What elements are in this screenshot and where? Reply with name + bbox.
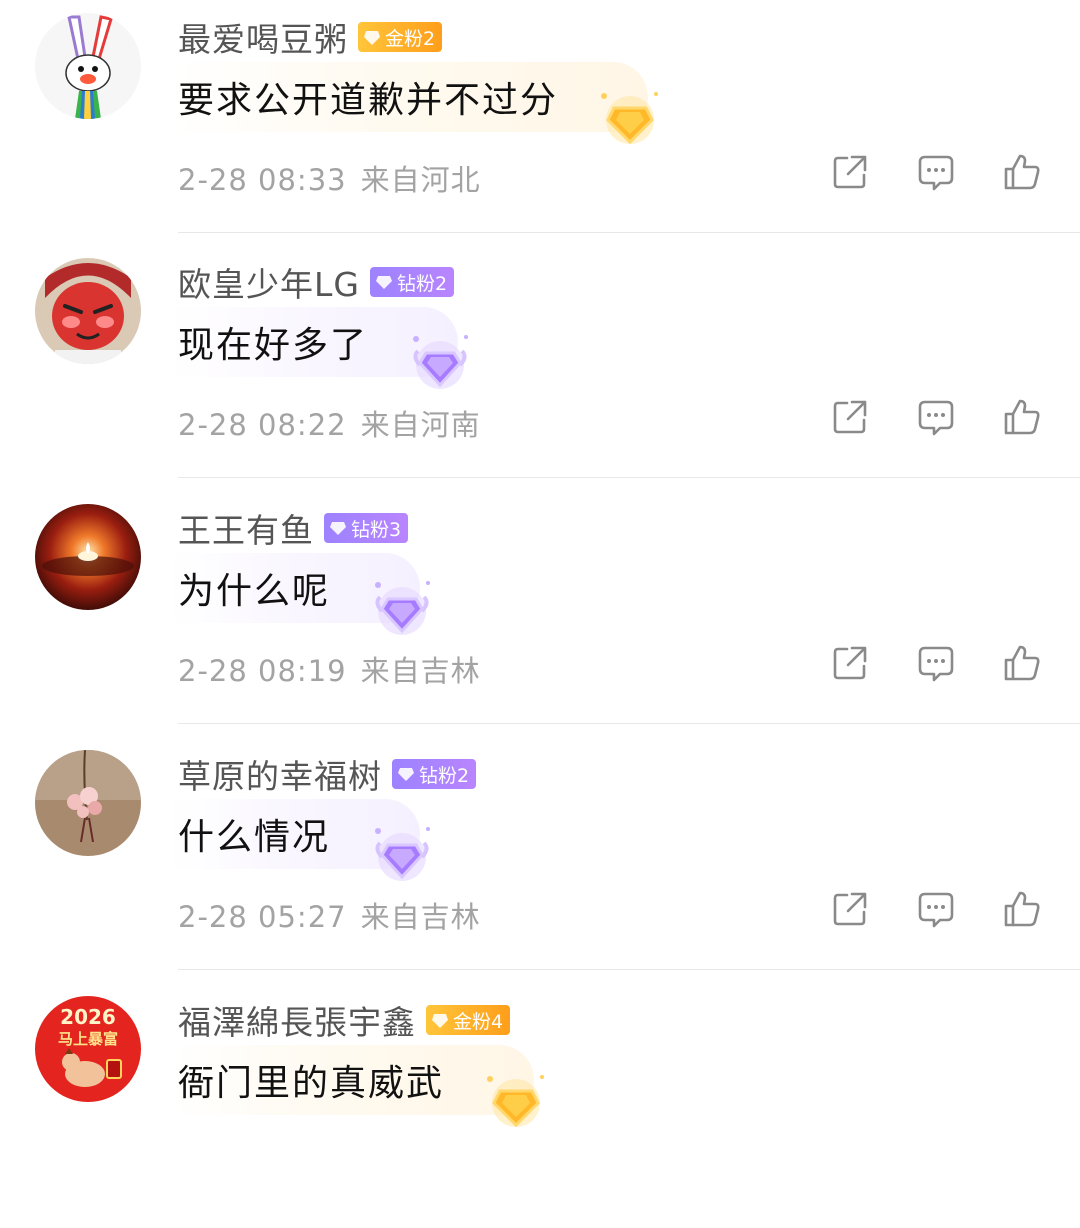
share-icon [833,892,867,926]
comment-location: 来自河北 [360,163,481,197]
comment-item: 2026 马上暴富 福澤綿長張宇鑫 金粉4 衙门里的真威武 [0,983,1080,1228]
diamond-gem-icon [375,827,431,881]
fan-badge[interactable]: 金粉4 [426,1005,511,1035]
comment-item: 王王有鱼 钻粉3 为什么呢 2-28 08:19 来自吉林 [0,491,1080,736]
thumbs-up-icon [1004,645,1040,681]
comment-icon [918,155,954,191]
diamond-icon [375,276,392,289]
gold-gem-icon [432,1014,448,1028]
diamond-icon [330,522,346,535]
comment-icon [918,400,954,436]
badge-label: 钻粉2 [419,764,470,787]
comment-location: 来自吉林 [360,900,481,934]
comment-icon [918,646,954,682]
new-year-horse-avatar-icon[interactable]: 2026 马上暴富 [35,996,141,1102]
thumbs-up-icon [1004,891,1040,927]
diamond-gem-icon [413,335,469,389]
share-button[interactable] [830,397,870,437]
comment-location: 来自吉林 [360,654,481,688]
reply-button[interactable] [916,643,956,683]
rabbit-avatar-icon[interactable] [35,13,141,119]
reply-button[interactable] [916,889,956,929]
comment-text: 为什么呢 [178,571,331,612]
like-button[interactable] [1002,397,1042,437]
comment-meta: 2-28 08:22 来自河南 [178,402,481,444]
share-button[interactable] [830,152,870,192]
comment-bubble[interactable]: 什么情况 [170,799,431,881]
gold-gem-icon [487,1075,545,1128]
like-button[interactable] [1002,889,1042,929]
name-row: 草原的幸福树 钻粉2 [178,749,477,799]
username[interactable]: 欧皇少年LG [178,258,360,306]
share-button[interactable] [830,889,870,929]
comment-bubble[interactable]: 现在好多了 [170,307,469,389]
username[interactable]: 草原的幸福树 [178,750,382,798]
comment-bubble[interactable]: 要求公开道歉并不过分 [170,62,659,145]
divider [178,232,1080,233]
candle-avatar-icon[interactable] [35,504,141,610]
divider [178,723,1080,724]
comment-time: 2-28 08:19 [178,654,347,688]
comment-text: 现在好多了 [178,325,369,366]
diamond-gem-icon [375,581,431,635]
comment-time: 2-28 08:33 [178,163,347,197]
like-button[interactable] [1002,643,1042,683]
username[interactable]: 福澤綿長張宇鑫 [178,996,416,1044]
share-icon [833,400,867,434]
cartoon-face-avatar-icon[interactable] [35,258,141,364]
comment-item: 欧皇少年LG 钻粉2 现在好多了 2-28 08:22 来自河南 [0,245,1080,490]
divider [178,477,1080,478]
badge-label: 金粉4 [453,1010,504,1033]
share-icon [833,646,867,680]
name-row: 欧皇少年LG 钻粉2 [178,257,455,307]
comment-text: 要求公开道歉并不过分 [178,80,559,121]
flower-avatar-icon[interactable] [35,750,141,856]
divider [178,969,1080,970]
fan-badge[interactable]: 钻粉3 [324,513,409,543]
avatar-year: 2026 [60,1005,116,1029]
comment-meta: 2-28 08:33 来自河北 [178,157,481,199]
badge-label: 钻粉3 [351,518,402,541]
like-button[interactable] [1002,152,1042,192]
share-icon [833,155,867,189]
name-row: 最爱喝豆粥 金粉2 [178,12,443,62]
name-row: 福澤綿長張宇鑫 金粉4 [178,995,511,1045]
share-button[interactable] [830,643,870,683]
comment-location: 来自河南 [360,408,481,442]
thumbs-up-icon [1004,399,1040,435]
avatar-slogan: 马上暴富 [58,1030,118,1048]
thumbs-up-icon [1004,154,1040,190]
comment-item: 草原的幸福树 钻粉2 什么情况 2-28 05:27 来自吉林 [0,737,1080,982]
comment-time: 2-28 05:27 [178,900,347,934]
comment-text: 衙门里的真威武 [178,1063,445,1104]
comment-icon [918,892,954,928]
badge-label: 金粉2 [385,27,436,50]
fan-badge[interactable]: 钻粉2 [369,267,455,297]
reply-button[interactable] [916,152,956,192]
comment-time: 2-28 08:22 [178,408,347,442]
badge-label: 钻粉2 [396,272,448,295]
username[interactable]: 王王有鱼 [178,504,314,552]
fan-badge[interactable]: 金粉2 [358,22,443,52]
name-row: 王王有鱼 钻粉3 [178,503,409,553]
comment-bubble[interactable]: 衙门里的真威武 [170,1045,545,1128]
username[interactable]: 最爱喝豆粥 [178,13,348,61]
gold-gem-icon [601,92,659,145]
gold-gem-icon [364,31,380,45]
comment-text: 什么情况 [178,817,331,858]
comment-meta: 2-28 05:27 来自吉林 [178,894,481,936]
reply-button[interactable] [916,397,956,437]
comment-item: 最爱喝豆粥 金粉2 要求公开道歉并不过分 2-28 08:33 来自河北 [0,0,1080,245]
diamond-icon [398,768,414,781]
fan-badge[interactable]: 钻粉2 [392,759,477,789]
comment-bubble[interactable]: 为什么呢 [170,553,431,635]
comment-meta: 2-28 08:19 来自吉林 [178,648,481,690]
